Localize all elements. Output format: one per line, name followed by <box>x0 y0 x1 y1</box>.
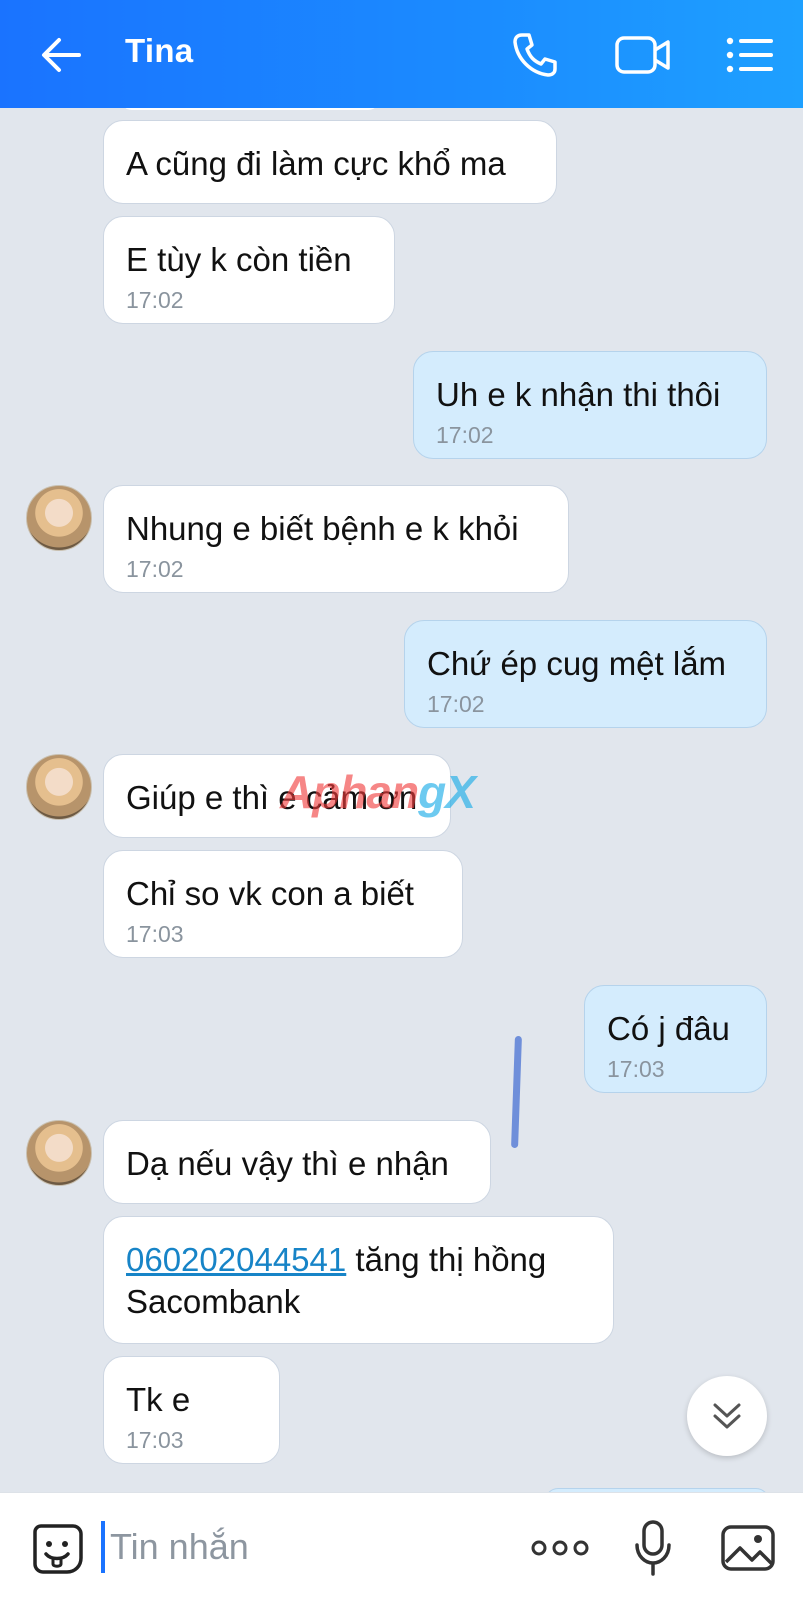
message-bubble-incoming[interactable]: Nhung e biết bệnh e k khỏi 17:02 <box>103 485 569 593</box>
message-time: 17:03 <box>126 921 184 947</box>
voice-call-button[interactable] <box>500 20 570 90</box>
pen-mark <box>511 1035 522 1149</box>
sticker-button[interactable] <box>22 1513 92 1583</box>
message-composer <box>0 1492 803 1601</box>
image-gallery-icon <box>721 1525 775 1571</box>
sticker-face-icon <box>33 1524 83 1574</box>
contact-avatar[interactable] <box>26 485 92 551</box>
message-input[interactable] <box>108 1515 512 1579</box>
contact-name[interactable]: Tina <box>125 32 193 70</box>
list-menu-icon <box>726 37 773 73</box>
message-bubble-incoming[interactable]: Dạ nếu vậy thì e nhận <box>103 1120 491 1204</box>
options-menu-button[interactable] <box>715 20 785 90</box>
text-cursor <box>101 1521 105 1573</box>
previous-message-edge <box>120 108 380 110</box>
message-text: Dạ nếu vậy thì e nhận <box>126 1145 449 1182</box>
message-bubble-incoming[interactable]: Chỉ so vk con a biết 17:03 <box>103 850 463 958</box>
message-text: Uh e k nhận thi thôi <box>436 376 721 413</box>
message-text-line2: Sacombank <box>126 1283 301 1320</box>
message-time: 17:03 <box>126 1427 184 1453</box>
phone-icon <box>513 33 557 77</box>
message-time: 17:02 <box>126 287 184 313</box>
message-bubble-outgoing[interactable]: Uh e k nhận thi thôi 17:02 <box>413 351 767 459</box>
more-options-button[interactable] <box>525 1513 595 1583</box>
message-bubble-incoming[interactable]: Giúp e thì e cảm ơn <box>103 754 451 838</box>
message-time: 17:02 <box>126 556 184 582</box>
back-arrow-icon <box>42 38 81 72</box>
message-bubble-incoming[interactable]: E tùy k còn tiền 17:02 <box>103 216 395 324</box>
message-list[interactable]: A cũng đi làm cực khổ ma E tùy k còn tiề… <box>0 108 803 1492</box>
message-text: Nhung e biết bệnh e k khỏi <box>126 510 519 547</box>
message-time: 17:02 <box>427 691 485 717</box>
microphone-icon <box>635 1520 671 1576</box>
contact-avatar[interactable] <box>26 754 92 820</box>
account-number-link[interactable]: 060202044541 <box>126 1241 346 1278</box>
more-dots-icon <box>531 1540 589 1556</box>
message-text: Tk e <box>126 1381 191 1418</box>
message-bubble-incoming[interactable]: 060202044541 tăng thị hồng Sacombank <box>103 1216 614 1344</box>
message-time: 17:03 <box>607 1056 665 1082</box>
scroll-to-bottom-button[interactable] <box>687 1376 767 1456</box>
message-bubble-outgoing[interactable]: Chứ ép cug mệt lắm 17:02 <box>404 620 767 728</box>
chat-header: Tina <box>0 0 803 108</box>
voice-message-button[interactable] <box>618 1513 688 1583</box>
video-camera-icon <box>615 36 670 74</box>
message-text: Có j đâu <box>607 1010 730 1047</box>
back-button[interactable] <box>26 20 96 90</box>
message-bubble-incoming[interactable]: Tk e 17:03 <box>103 1356 280 1464</box>
video-call-button[interactable] <box>608 20 678 90</box>
message-text: A cũng đi làm cực khổ ma <box>126 145 506 182</box>
photo-button[interactable] <box>713 1513 783 1583</box>
contact-avatar[interactable] <box>26 1120 92 1186</box>
message-bubble-outgoing[interactable]: Có j đâu 17:03 <box>584 985 767 1093</box>
message-text: Giúp e thì e cảm ơn <box>126 779 418 816</box>
message-text: Chứ ép cug mệt lắm <box>427 645 727 682</box>
message-text: Chỉ so vk con a biết <box>126 875 414 912</box>
message-time: 17:02 <box>436 422 494 448</box>
double-chevron-down-icon <box>713 1403 741 1429</box>
message-text: tăng thị hồng <box>346 1241 547 1278</box>
message-bubble-incoming[interactable]: A cũng đi làm cực khổ ma <box>103 120 557 204</box>
message-text: E tùy k còn tiền <box>126 241 352 278</box>
